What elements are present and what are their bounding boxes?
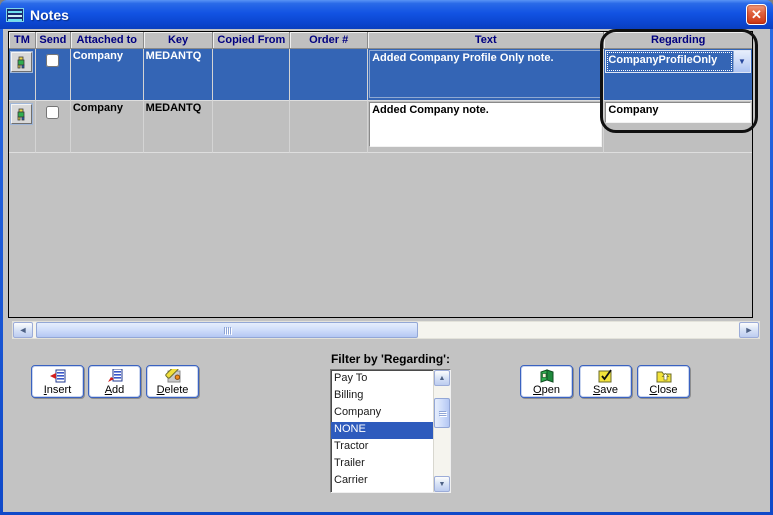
list-item[interactable]: Pay To (331, 371, 433, 388)
close-button[interactable]: Close (637, 365, 690, 398)
text-cell: Added Company note. (368, 101, 605, 153)
dialog-body: TM Send Attached to Key Copied From Orde… (3, 29, 770, 512)
listbox-scrollbar[interactable]: ▲ ▼ (433, 370, 450, 492)
list-item[interactable]: Trailer (331, 456, 433, 473)
regarding-filter-listbox[interactable]: Pay To Billing Company NONE Tractor Trai… (330, 369, 451, 493)
close-window-button[interactable]: ✕ (746, 4, 767, 25)
key-cell[interactable]: MEDANTQ (143, 101, 214, 153)
add-label: Add (104, 384, 125, 396)
regarding-cell: Company (604, 101, 752, 153)
regarding-value[interactable]: Company (605, 102, 752, 123)
attached-to-cell[interactable]: Company (70, 101, 144, 153)
add-icon (107, 368, 123, 383)
regarding-value[interactable]: CompanyProfileOnly (606, 51, 733, 72)
copied-from-cell[interactable] (213, 101, 291, 153)
send-cell (35, 49, 71, 101)
table-row: Company MEDANTQ Added Company note. Comp… (9, 101, 752, 153)
delete-eraser-icon (164, 368, 181, 383)
window-title: Notes (30, 6, 69, 23)
regarding-cell: CompanyProfileOnly ▼ (604, 49, 752, 101)
tm-cell (9, 101, 36, 153)
insert-button[interactable]: Insert (31, 365, 84, 398)
tm-person-icon (18, 108, 25, 120)
tm-cell (9, 49, 36, 101)
header-tm: TM (9, 32, 36, 49)
header-send: Send (35, 32, 71, 49)
notes-grid: TM Send Attached to Key Copied From Orde… (8, 31, 753, 318)
insert-icon (49, 368, 66, 383)
list-item-selected[interactable]: NONE (331, 422, 433, 439)
scroll-right-icon[interactable]: ► (739, 322, 759, 338)
thumb-grip (223, 326, 231, 334)
filter-by-regarding-label: Filter by 'Regarding': (330, 352, 451, 366)
note-text-input[interactable]: Added Company note. (369, 102, 603, 147)
note-text-input[interactable]: Added Company Profile Only note. (369, 50, 603, 98)
close-folder-icon (656, 368, 672, 383)
tm-note-button[interactable] (11, 104, 33, 124)
attached-to-cell[interactable]: Company (70, 49, 144, 101)
order-cell[interactable] (290, 49, 369, 101)
open-label: Open (533, 384, 560, 396)
list-item[interactable]: Billing (331, 388, 433, 405)
save-check-icon (598, 368, 613, 383)
order-cell[interactable] (290, 101, 369, 153)
tm-note-button[interactable] (11, 52, 33, 72)
list-item[interactable]: Tractor (331, 439, 433, 456)
insert-label: Insert (43, 384, 72, 396)
scrollbar-thumb[interactable] (36, 322, 418, 338)
header-order: Order # (290, 32, 369, 49)
open-book-icon (539, 368, 555, 383)
regarding-combobox[interactable]: CompanyProfileOnly ▼ (605, 50, 752, 73)
send-checkbox[interactable] (46, 106, 60, 119)
header-attached-to: Attached to (70, 32, 144, 49)
key-cell[interactable]: MEDANTQ (143, 49, 214, 101)
notes-window: Notes ✕ TM Send Attached to Key Copied F… (0, 0, 773, 515)
tm-person-icon (18, 56, 25, 68)
copied-from-cell[interactable] (213, 49, 291, 101)
save-label: Save (592, 384, 619, 396)
list-item[interactable]: Carrier (331, 473, 433, 490)
scroll-up-icon[interactable]: ▲ (434, 370, 450, 386)
send-checkbox[interactable] (46, 54, 60, 67)
header-regarding: Regarding (604, 32, 752, 49)
header-text: Text (368, 32, 605, 49)
save-button[interactable]: Save (579, 365, 632, 398)
chevron-down-icon[interactable]: ▼ (733, 51, 751, 72)
table-row: Company MEDANTQ Added Company Profile On… (9, 49, 752, 101)
horizontal-scrollbar[interactable]: ◄ ► (12, 321, 760, 339)
delete-label: Delete (156, 384, 189, 396)
header-copied-from: Copied From (213, 32, 291, 49)
grid-header-row: TM Send Attached to Key Copied From Orde… (9, 32, 752, 49)
scroll-left-icon[interactable]: ◄ (13, 322, 33, 338)
text-cell: Added Company Profile Only note. (368, 49, 605, 101)
scrollbar-thumb[interactable] (434, 398, 450, 428)
header-key: Key (143, 32, 214, 49)
list-item[interactable]: Company (331, 405, 433, 422)
add-button[interactable]: Add (88, 365, 141, 398)
title-bar: Notes ✕ (0, 0, 773, 29)
delete-button[interactable]: Delete (146, 365, 199, 398)
open-button[interactable]: Open (520, 365, 573, 398)
app-icon (6, 7, 24, 22)
send-cell (35, 101, 71, 153)
scroll-down-icon[interactable]: ▼ (434, 476, 450, 492)
close-label: Close (649, 384, 678, 396)
